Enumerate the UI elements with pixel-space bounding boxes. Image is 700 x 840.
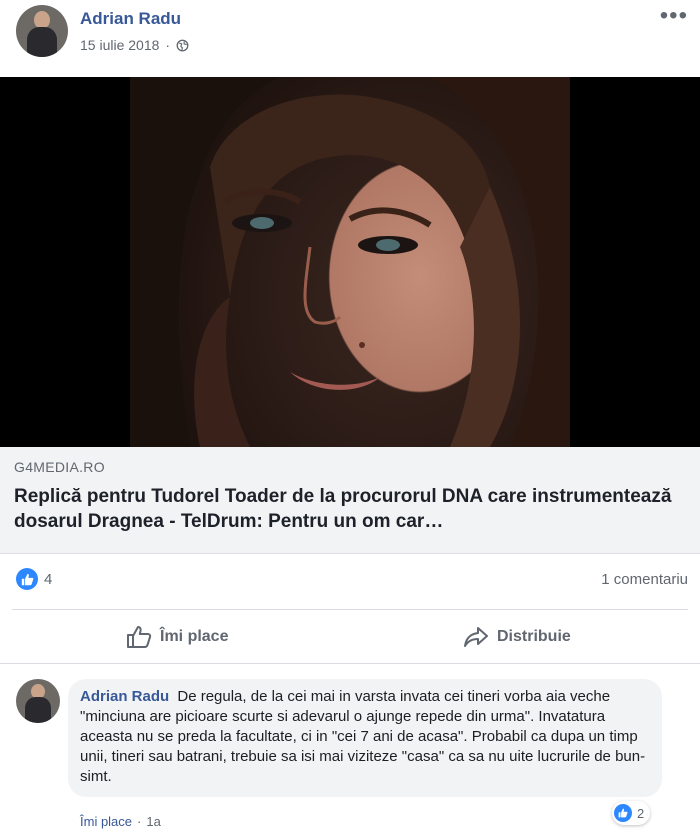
share-arrow-icon xyxy=(464,627,488,647)
like-count[interactable]: 4 xyxy=(44,571,52,588)
comment-bubble: Adrian Radu De regula, de la cei mai in … xyxy=(68,679,662,797)
share-button[interactable]: Distribuie xyxy=(463,620,571,654)
post-date[interactable]: 15 iulie 2018 xyxy=(80,37,159,53)
link-image-frame[interactable] xyxy=(0,77,700,447)
post-stats: 4 1 comentariu xyxy=(0,563,700,599)
globe-icon[interactable] xyxy=(176,39,189,52)
commenter-avatar[interactable] xyxy=(16,679,60,723)
author-avatar[interactable] xyxy=(16,5,68,57)
meta-separator: · xyxy=(165,37,171,53)
comment-like-link[interactable]: Îmi place xyxy=(80,814,132,829)
link-preview-photo[interactable] xyxy=(130,77,570,447)
post-actions: Îmi place Distribuie xyxy=(0,612,700,662)
divider xyxy=(12,609,688,610)
comment-time[interactable]: 1a xyxy=(146,814,160,829)
post-author-name[interactable]: Adrian Radu xyxy=(80,9,181,29)
link-domain: G4MEDIA.RO xyxy=(14,459,105,475)
like-reaction-icon[interactable] xyxy=(16,568,38,590)
link-title[interactable]: Replică pentru Tudorel Toader de la proc… xyxy=(14,484,686,534)
like-reaction-icon xyxy=(614,804,632,822)
thumbs-up-icon xyxy=(127,626,152,648)
share-button-label: Distribuie xyxy=(497,628,571,645)
like-button[interactable]: Îmi place xyxy=(126,620,228,654)
comment-reactions[interactable]: 2 xyxy=(612,801,651,825)
comment-reaction-count: 2 xyxy=(637,805,645,821)
link-preview[interactable]: G4MEDIA.RO Replică pentru Tudorel Toader… xyxy=(0,447,700,554)
portrait-illustration xyxy=(130,77,570,447)
comment-author[interactable]: Adrian Radu xyxy=(80,688,169,705)
post-options-menu-icon[interactable]: ••• xyxy=(660,2,688,30)
post-meta: 15 iulie 2018 · xyxy=(80,37,189,53)
post-header: Adrian Radu 15 iulie 2018 · ••• xyxy=(0,0,700,76)
comments-section: Adrian Radu De regula, de la cei mai in … xyxy=(0,663,700,840)
like-button-label: Îmi place xyxy=(160,628,229,645)
comment-meta-separator: · xyxy=(137,814,142,829)
comment-meta: Îmi place · 1a xyxy=(80,814,161,829)
comment-count-link[interactable]: 1 comentariu xyxy=(601,571,688,588)
